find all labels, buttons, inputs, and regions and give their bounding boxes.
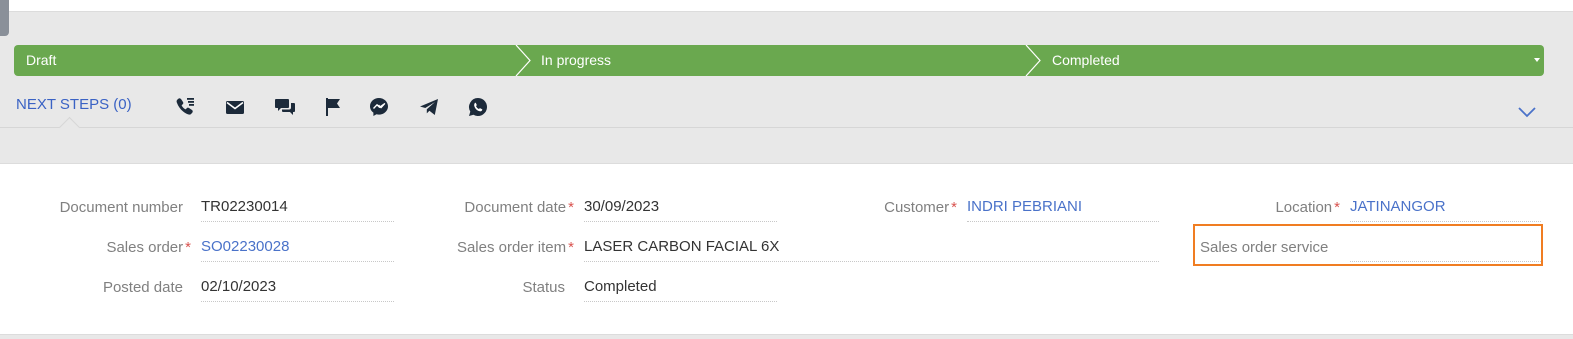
- stage-draft[interactable]: Draft: [26, 45, 56, 76]
- sales-order-link[interactable]: SO02230028: [201, 238, 394, 262]
- posted-date-label: Posted date: [102, 279, 183, 296]
- top-bar: [0, 0, 1573, 12]
- customer-label: Customer *: [884, 199, 957, 216]
- location-label: Location *: [1275, 199, 1340, 216]
- scroll-handle[interactable]: [0, 0, 9, 36]
- call-icon[interactable]: [174, 96, 196, 118]
- stage-separator: [1025, 45, 1041, 76]
- document-date-label: Document date *: [464, 199, 574, 216]
- tab-pointer: [58, 116, 81, 139]
- next-steps-tab[interactable]: NEXT STEPS (0): [16, 96, 132, 113]
- sales-order-service-field[interactable]: [1350, 238, 1541, 262]
- location-link[interactable]: JATINANGOR: [1350, 198, 1541, 222]
- telegram-icon[interactable]: [418, 96, 440, 118]
- email-icon[interactable]: [224, 96, 246, 118]
- sales-order-item-label: Sales order item *: [456, 239, 574, 256]
- chevron-down-icon[interactable]: [1534, 58, 1540, 62]
- status-field[interactable]: Completed: [584, 278, 777, 302]
- stage-separator: [515, 45, 531, 76]
- status-label: Status: [522, 279, 565, 296]
- document-number-label: Document number: [59, 199, 183, 216]
- stage-in-progress[interactable]: In progress: [541, 45, 611, 76]
- chat-icon[interactable]: [274, 96, 296, 118]
- stage-completed[interactable]: Completed: [1052, 45, 1120, 76]
- document-number-field[interactable]: TR02230014: [201, 198, 394, 222]
- whatsapp-icon[interactable]: [467, 96, 489, 118]
- sales-order-item-field[interactable]: LASER CARBON FACIAL 6X: [584, 238, 1159, 262]
- sales-order-label: Sales order *: [106, 239, 191, 256]
- chevron-down-icon[interactable]: [1516, 104, 1538, 120]
- customer-link[interactable]: INDRI PEBRIANI: [967, 198, 1159, 222]
- divider: [0, 127, 1573, 128]
- document-date-field[interactable]: 30/09/2023: [584, 198, 777, 222]
- flag-icon[interactable]: [322, 96, 344, 118]
- messenger-icon[interactable]: [368, 96, 390, 118]
- posted-date-field[interactable]: 02/10/2023: [201, 278, 394, 302]
- sales-order-service-label: Sales order service: [1200, 239, 1329, 256]
- stage-bar: Draft In progress Completed: [14, 45, 1544, 76]
